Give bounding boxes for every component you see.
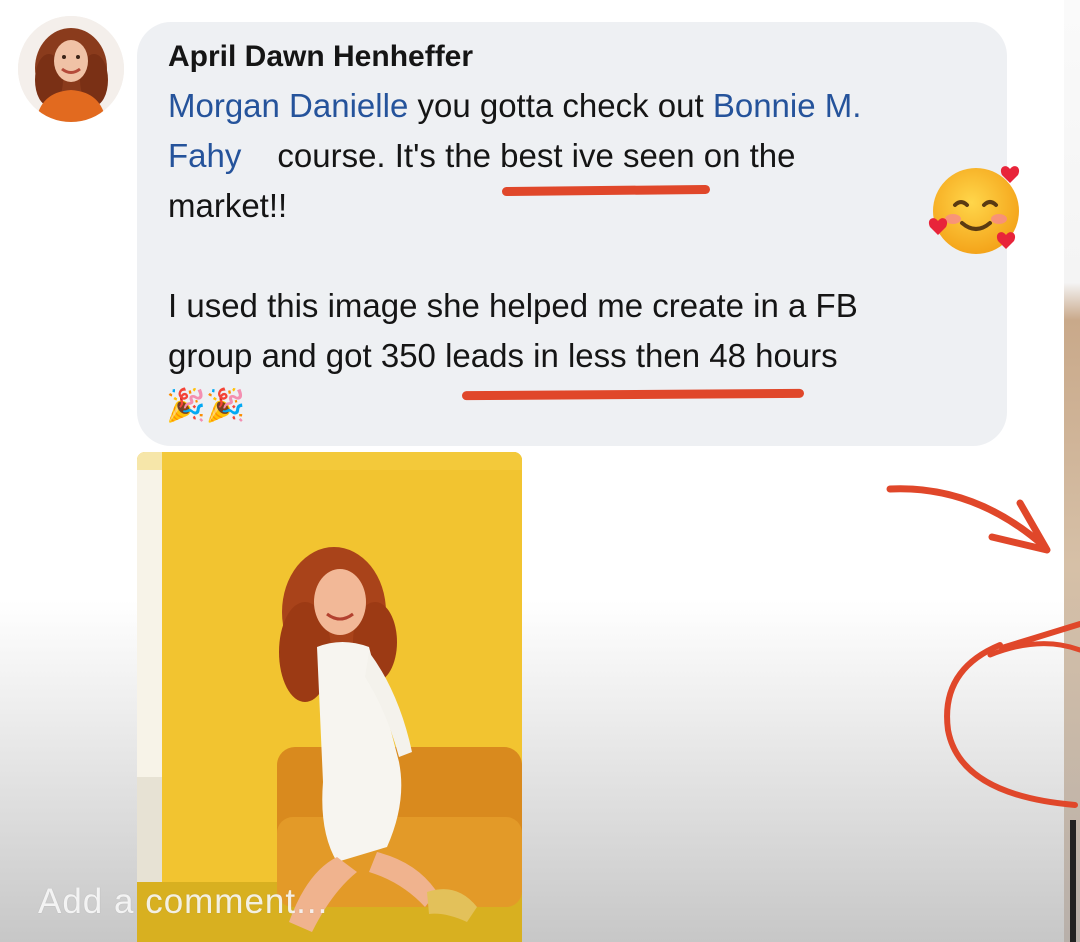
avatar[interactable] — [18, 16, 124, 122]
comment-line-4: I used this image she helped me create i… — [168, 287, 858, 324]
attached-image[interactable] — [137, 452, 522, 942]
annotation-circle-icon — [944, 621, 1080, 808]
annotation-arrow-icon — [886, 485, 1051, 554]
add-comment-input[interactable]: Add a comment... — [38, 882, 328, 922]
party-popper-emoji: 🎉🎉 — [166, 387, 246, 423]
mention-fahy[interactable]: Fahy — [168, 137, 241, 174]
comment-line-1: Morgan Danielle you gotta check out Bonn… — [168, 86, 861, 126]
comment-line-5: group and got 350 leads in less then 48 … — [168, 337, 838, 374]
comment-line-3: market!! — [168, 187, 288, 224]
mention-bonnie-m[interactable]: Bonnie M. — [713, 87, 862, 124]
scrollbar[interactable] — [1070, 820, 1076, 942]
comment-text-segment: course. It's the best ive seen on the — [277, 137, 796, 174]
smiling-face-with-hearts-icon — [928, 163, 1028, 258]
mention-morgan-danielle[interactable]: Morgan Danielle — [168, 87, 408, 124]
comment-text-segment: you gotta check out — [408, 87, 713, 124]
comment-line-2: Fahy course. It's the best ive seen on th… — [168, 136, 795, 176]
comment-author[interactable]: April Dawn Henheffer — [168, 40, 473, 74]
